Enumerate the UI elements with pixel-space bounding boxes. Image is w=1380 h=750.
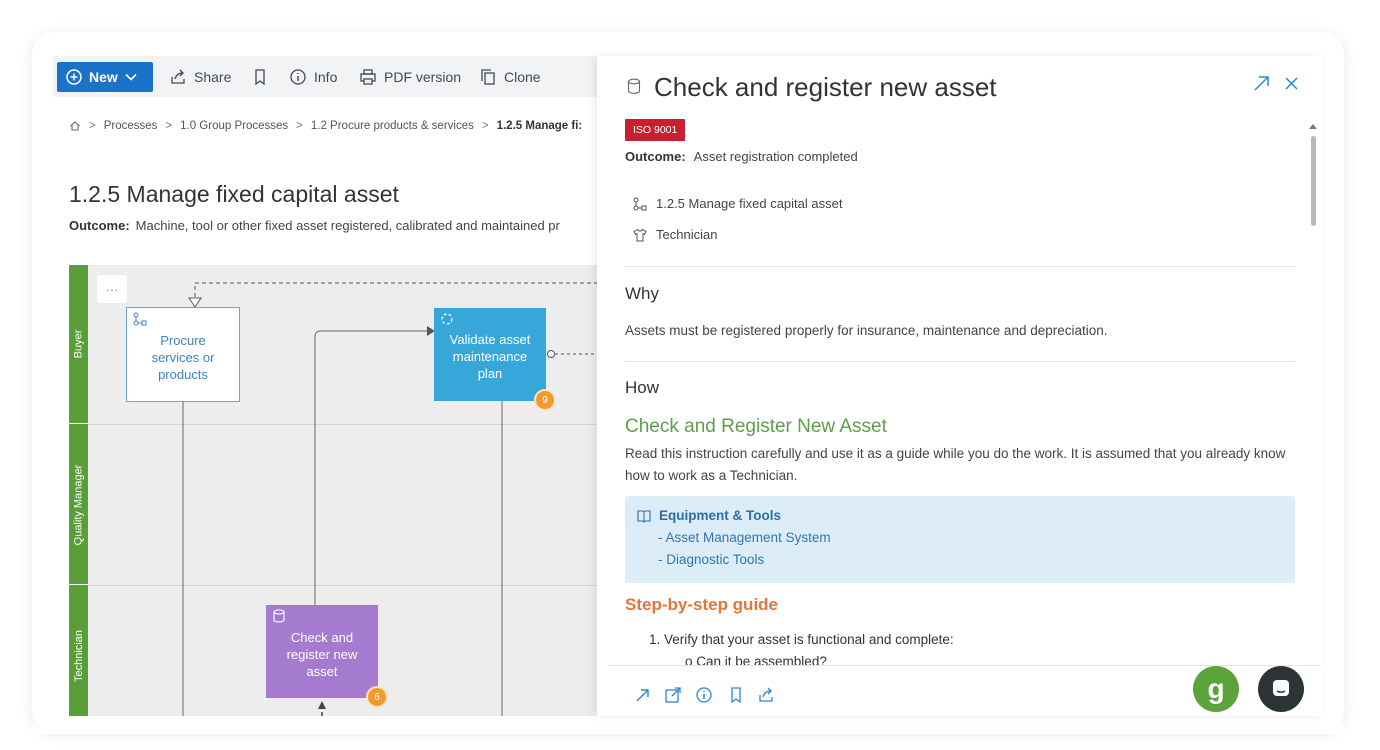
divider <box>625 266 1295 267</box>
activity-box-validate[interactable]: Validate asset maintenance plan 9 <box>434 308 556 411</box>
assistant-button[interactable]: g <box>1193 666 1239 712</box>
printer-icon <box>360 68 376 85</box>
external-link-icon <box>665 687 681 703</box>
activity-detail-panel: Check and register new asset ISO 9001 Ou… <box>597 56 1323 716</box>
breadcrumb-item[interactable]: Processes <box>104 120 158 132</box>
database-icon <box>273 609 285 623</box>
outcome-value: Machine, tool or other fixed asset regis… <box>135 218 560 233</box>
chevron-down-icon <box>125 73 137 81</box>
parent-process-label: 1.2.5 Manage fixed capital asset <box>656 196 843 211</box>
why-heading: Why <box>625 284 659 303</box>
scroll-thumb[interactable] <box>1311 136 1316 226</box>
share-icon <box>759 687 773 702</box>
parent-process-link[interactable]: 1.2.5 Manage fixed capital asset <box>633 196 842 211</box>
role-link[interactable]: Technician <box>633 227 717 242</box>
chat-button[interactable] <box>1258 666 1304 712</box>
open-full-button[interactable] <box>1251 72 1273 94</box>
equipment-tools-title: Equipment & Tools <box>637 508 781 523</box>
guide-heading: Step-by-step guide <box>625 595 779 614</box>
book-icon <box>637 509 651 523</box>
share-button[interactable] <box>757 686 775 704</box>
close-panel-button[interactable] <box>1281 72 1303 94</box>
new-button[interactable]: New <box>57 62 153 92</box>
outcome-value: Asset registration completed <box>693 149 858 164</box>
shirt-icon <box>633 228 647 241</box>
database-icon <box>627 78 641 94</box>
guide-step: 1. Verify that your asset is functional … <box>649 632 954 647</box>
activity-box-check[interactable]: Check and register new asset 6 <box>266 605 388 708</box>
outcome-label: Outcome: <box>625 149 686 164</box>
tool-item: - Asset Management System <box>658 530 831 545</box>
clone-button[interactable]: Clone <box>479 56 541 97</box>
divider <box>625 361 1295 362</box>
plus-circle-icon <box>66 69 82 85</box>
panel-title: Check and register new asset <box>654 72 997 102</box>
breadcrumb: > Processes > 1.0 Group Processes > 1.2 … <box>69 120 582 132</box>
why-text: Assets must be registered properly for i… <box>625 323 1108 338</box>
process-outcome: Outcome: Machine, tool or other fixed ass… <box>69 218 560 233</box>
box-label: Validate asset maintenance plan <box>449 332 531 381</box>
pdf-button[interactable]: PDF version <box>359 56 461 97</box>
bookmark-icon <box>731 687 741 704</box>
breadcrumb-current: 1.2.5 Manage fi: <box>496 120 583 132</box>
arrow-up-right-icon <box>636 689 649 702</box>
breadcrumb-item[interactable]: 1.0 Group Processes <box>180 120 288 132</box>
new-button-label: New <box>89 69 118 85</box>
breadcrumb-separator: > <box>165 120 173 132</box>
close-icon <box>1285 77 1298 90</box>
tool-item: - Diagnostic Tools <box>658 552 765 567</box>
bookmark-button[interactable] <box>727 686 745 704</box>
assistant-logo: g <box>1207 673 1225 704</box>
bookmark-icon <box>255 68 265 85</box>
equipment-tools-box: Equipment & Tools - Asset Management Sys… <box>625 496 1295 583</box>
outcome-label: Outcome: <box>69 218 130 233</box>
process-icon <box>633 197 647 210</box>
breadcrumb-separator: > <box>89 120 96 132</box>
info-label: Info <box>314 68 338 85</box>
activity-outcome: Outcome: Asset registration completed <box>625 149 858 164</box>
share-label: Share <box>194 68 232 85</box>
scrollbar[interactable] <box>1308 122 1318 662</box>
bottom-fade <box>32 716 1344 734</box>
box-label: Procure services or products <box>151 333 215 382</box>
toolbar: New Share Info PDF version Clone <box>53 56 598 97</box>
home-icon[interactable] <box>69 120 81 132</box>
open-new-window-button[interactable] <box>664 686 682 704</box>
page-title: 1.2.5 Manage fixed capital asset <box>69 181 399 207</box>
instruction-text: Read this instruction carefully and use … <box>625 446 1286 483</box>
bookmark-button[interactable] <box>251 56 269 97</box>
share-button[interactable]: Share <box>169 56 231 97</box>
open-button[interactable] <box>634 686 652 704</box>
pdf-label: PDF version <box>384 68 462 85</box>
iso-tag[interactable]: ISO 9001 <box>625 119 686 141</box>
how-heading: How <box>625 378 660 397</box>
share-icon <box>171 69 185 84</box>
subprocess-icon <box>133 312 147 326</box>
clone-label: Clone <box>504 68 541 85</box>
instruction-title: Check and Register New Asset <box>625 416 887 437</box>
step-count-badge: 9 <box>534 389 556 411</box>
chat-icon <box>1273 680 1289 696</box>
info-icon <box>696 687 712 703</box>
scroll-up-arrow[interactable] <box>1309 124 1317 129</box>
breadcrumb-separator: > <box>296 120 303 132</box>
info-button[interactable] <box>695 686 713 704</box>
step-count-badge: 6 <box>366 686 388 708</box>
process-diagram[interactable]: Buyer Quality Manager Technician ··· Pro… <box>69 265 598 716</box>
info-icon <box>290 68 306 85</box>
process-view: New Share Info PDF version Clone > Proce… <box>53 56 598 716</box>
arrow-up-right-icon <box>1254 76 1269 91</box>
breadcrumb-item[interactable]: 1.2 Procure products & services <box>311 120 474 132</box>
copy-icon <box>481 68 495 85</box>
breadcrumb-separator: > <box>481 120 489 132</box>
refresh-icon <box>441 313 453 325</box>
process-box-procure[interactable]: Procure services or products <box>126 307 240 402</box>
role-label: Technician <box>656 227 718 242</box>
diagram-more-button[interactable]: ··· <box>97 275 127 303</box>
box-label: Check and register new asset <box>286 630 358 679</box>
info-button[interactable]: Info <box>289 56 337 97</box>
